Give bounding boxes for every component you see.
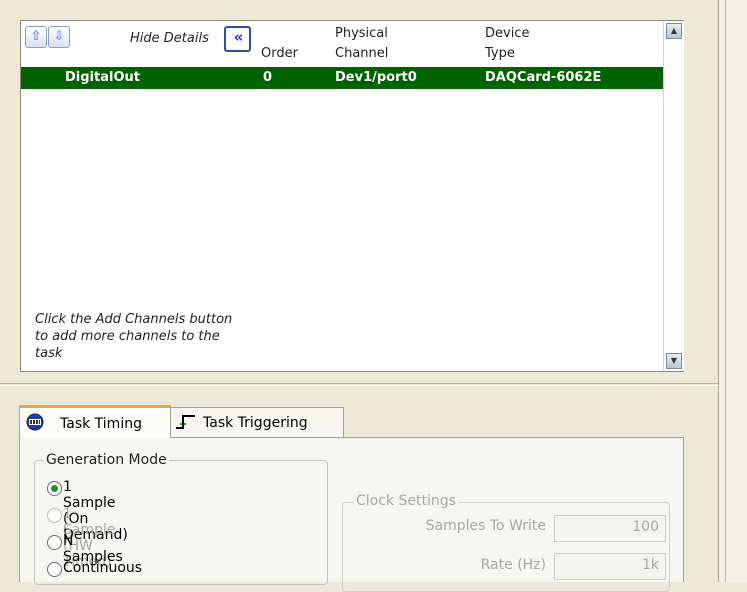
radio-continuous-label[interactable]: Continuous bbox=[63, 560, 142, 576]
radio-1-sample-on-demand[interactable] bbox=[47, 481, 62, 496]
down-arrow-icon: ⇩ bbox=[53, 29, 65, 44]
physical-header-line2: Channel bbox=[335, 46, 389, 61]
tab-task-timing-label: Task Timing bbox=[60, 416, 142, 432]
channel-table: ⇧ ⇩ Hide Details « Order Physical Channe… bbox=[20, 20, 684, 372]
tab-task-timing[interactable]: Task Timing bbox=[19, 405, 171, 438]
radio-continuous[interactable] bbox=[47, 562, 62, 577]
device-type-column-header[interactable]: Device Type bbox=[479, 21, 663, 67]
radio-1-sample-hw-timed[interactable] bbox=[47, 508, 62, 523]
order-column-header[interactable]: Order bbox=[255, 21, 330, 67]
samples-to-write-field[interactable]: 100 bbox=[554, 515, 666, 542]
table-row[interactable]: DigitalOut 0 Dev1/port0 DAQCard-6062E bbox=[21, 67, 663, 89]
generation-mode-legend: Generation Mode bbox=[44, 452, 169, 468]
double-chevron-left-icon: « bbox=[233, 28, 244, 46]
device-type-cell: DAQCard-6062E bbox=[485, 70, 602, 85]
radio-n-samples[interactable] bbox=[47, 535, 62, 550]
radio-selected-dot bbox=[51, 485, 58, 492]
trigger-edge-icon bbox=[176, 415, 195, 429]
add-channels-hint: Click the Add Channels button to add mor… bbox=[35, 312, 233, 359]
physical-header-line1: Physical bbox=[335, 26, 388, 41]
hide-details-button[interactable]: « bbox=[224, 26, 251, 52]
channel-name-cell: DigitalOut bbox=[65, 70, 140, 85]
scroll-down-button[interactable]: ▼ bbox=[666, 353, 682, 369]
samples-to-write-label: Samples To Write bbox=[425, 518, 546, 534]
physical-channel-column-header[interactable]: Physical Channel bbox=[329, 21, 480, 67]
splitter-line[interactable] bbox=[0, 383, 718, 384]
tab-task-triggering-label: Task Triggering bbox=[203, 415, 308, 431]
rate-field[interactable]: 1k bbox=[554, 553, 666, 580]
splitter-highlight bbox=[0, 385, 718, 386]
clock-settings-legend: Clock Settings bbox=[354, 493, 458, 509]
name-column-header: ⇧ ⇩ Hide Details « bbox=[21, 21, 256, 67]
vertical-scrollbar[interactable]: ▲ ▼ bbox=[663, 21, 684, 371]
order-cell: 0 bbox=[263, 70, 273, 85]
scroll-up-button[interactable]: ▲ bbox=[666, 23, 682, 39]
order-header-label: Order bbox=[261, 46, 298, 61]
move-up-button[interactable]: ⇧ bbox=[25, 26, 47, 48]
tab-task-triggering[interactable]: Task Triggering bbox=[170, 407, 344, 437]
physical-channel-cell: Dev1/port0 bbox=[335, 70, 417, 85]
clock-icon bbox=[26, 413, 44, 431]
right-panel-divider[interactable] bbox=[718, 0, 747, 582]
triangle-up-icon: ▲ bbox=[670, 26, 678, 35]
device-header-line2: Type bbox=[485, 46, 515, 61]
up-arrow-icon: ⇧ bbox=[30, 29, 42, 44]
device-header-line1: Device bbox=[485, 26, 530, 41]
triangle-down-icon: ▼ bbox=[670, 356, 678, 365]
hide-details-label: Hide Details bbox=[130, 31, 209, 46]
rate-label: Rate (Hz) bbox=[480, 557, 546, 573]
move-down-button[interactable]: ⇩ bbox=[48, 26, 70, 48]
